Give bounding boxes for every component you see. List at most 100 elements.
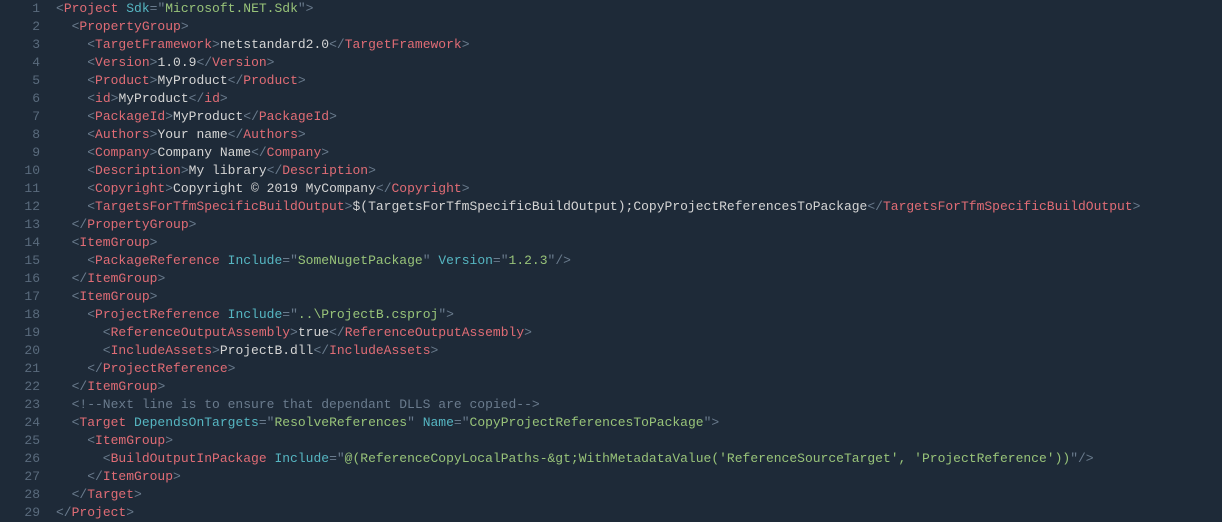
code-line[interactable]: <PackageId>MyProduct</PackageId> xyxy=(56,108,1140,126)
line-number: 29 xyxy=(0,504,40,522)
code-line[interactable]: </ItemGroup> xyxy=(56,468,1140,486)
token-cmt: <!--Next line is to ensure that dependan… xyxy=(56,397,540,412)
code-line[interactable]: <Product>MyProduct</Product> xyxy=(56,72,1140,90)
line-number: 15 xyxy=(0,252,40,270)
token-p: </ xyxy=(313,343,329,358)
token-p: < xyxy=(56,145,95,160)
code-line[interactable]: </Project> xyxy=(56,504,1140,522)
token-tag: Description xyxy=(282,163,368,178)
code-line[interactable]: <ItemGroup> xyxy=(56,432,1140,450)
code-line[interactable]: <PackageReference Include="SomeNugetPack… xyxy=(56,252,1140,270)
token-tag: PackageId xyxy=(259,109,329,124)
token-p: =" xyxy=(150,1,166,16)
token-str: 1.2.3 xyxy=(509,253,548,268)
token-p: < xyxy=(56,343,111,358)
code-line[interactable]: <PropertyGroup> xyxy=(56,18,1140,36)
code-line[interactable]: <id>MyProduct</id> xyxy=(56,90,1140,108)
code-line[interactable]: <ItemGroup> xyxy=(56,234,1140,252)
token-p: "> xyxy=(438,307,454,322)
line-number: 7 xyxy=(0,108,40,126)
token-p: > xyxy=(1133,199,1141,214)
token-p: </ xyxy=(251,145,267,160)
line-number: 23 xyxy=(0,396,40,414)
token-p xyxy=(220,307,228,322)
line-number: 13 xyxy=(0,216,40,234)
line-number: 16 xyxy=(0,270,40,288)
code-line[interactable]: <Version>1.0.9</Version> xyxy=(56,54,1140,72)
token-tag: Company xyxy=(95,145,150,160)
token-tag: ReferenceOutputAssembly xyxy=(345,325,524,340)
token-p: =" xyxy=(493,253,509,268)
line-number: 18 xyxy=(0,306,40,324)
token-p: < xyxy=(56,253,95,268)
code-line[interactable]: <Authors>Your name</Authors> xyxy=(56,126,1140,144)
code-editor[interactable]: 1234567891011121314151617181920212223242… xyxy=(0,0,1222,522)
code-line[interactable]: <Target DependsOnTargets="ResolveReferen… xyxy=(56,414,1140,432)
code-line[interactable]: <ItemGroup> xyxy=(56,288,1140,306)
token-p: </ xyxy=(56,487,87,502)
code-line[interactable]: </Target> xyxy=(56,486,1140,504)
code-line[interactable]: <Project Sdk="Microsoft.NET.Sdk"> xyxy=(56,0,1140,18)
token-p: < xyxy=(56,37,95,52)
line-number: 17 xyxy=(0,288,40,306)
token-p: " xyxy=(423,253,439,268)
token-tag: Copyright xyxy=(95,181,165,196)
line-number: 24 xyxy=(0,414,40,432)
token-tag: ItemGroup xyxy=(95,433,165,448)
token-tag: Description xyxy=(95,163,181,178)
token-p: > xyxy=(134,487,142,502)
token-p: > xyxy=(368,163,376,178)
code-line[interactable]: <TargetFramework>netstandard2.0</TargetF… xyxy=(56,36,1140,54)
code-line[interactable]: <BuildOutputInPackage Include="@(Referen… xyxy=(56,450,1140,468)
code-line[interactable]: <Company>Company Name</Company> xyxy=(56,144,1140,162)
code-line[interactable]: <Copyright>Copyright © 2019 MyCompany</C… xyxy=(56,180,1140,198)
token-p: "/> xyxy=(1070,451,1093,466)
line-number: 4 xyxy=(0,54,40,72)
code-line[interactable]: <IncludeAssets>ProjectB.dll</IncludeAsse… xyxy=(56,342,1140,360)
code-line[interactable]: </ProjectReference> xyxy=(56,360,1140,378)
code-line[interactable]: </ItemGroup> xyxy=(56,378,1140,396)
line-number: 6 xyxy=(0,90,40,108)
token-p: </ xyxy=(56,361,103,376)
token-tag: id xyxy=(204,91,220,106)
code-line[interactable]: </ItemGroup> xyxy=(56,270,1140,288)
token-p: </ xyxy=(267,163,283,178)
line-number: 25 xyxy=(0,432,40,450)
token-attr: Include xyxy=(228,253,283,268)
token-p xyxy=(220,253,228,268)
token-p: > xyxy=(165,181,173,196)
code-line[interactable]: <Description>My library</Description> xyxy=(56,162,1140,180)
token-p: > xyxy=(126,505,134,520)
code-line[interactable]: </PropertyGroup> xyxy=(56,216,1140,234)
token-p: </ xyxy=(329,325,345,340)
code-line[interactable]: <ProjectReference Include="..\ProjectB.c… xyxy=(56,306,1140,324)
token-txt: ProjectB.dll xyxy=(220,343,314,358)
token-p: </ xyxy=(196,55,212,70)
token-p: < xyxy=(56,1,64,16)
token-p: < xyxy=(56,73,95,88)
token-tag: TargetsForTfmSpecificBuildOutput xyxy=(883,199,1133,214)
token-tag: Version xyxy=(212,55,267,70)
token-txt: MyProduct xyxy=(173,109,243,124)
token-tag: Copyright xyxy=(392,181,462,196)
token-p: </ xyxy=(56,217,87,232)
token-p: > xyxy=(181,19,189,34)
token-attr: Include xyxy=(228,307,283,322)
token-tag: id xyxy=(95,91,111,106)
code-area[interactable]: <Project Sdk="Microsoft.NET.Sdk"> <Prope… xyxy=(50,0,1140,522)
code-line[interactable]: <TargetsForTfmSpecificBuildOutput>$(Targ… xyxy=(56,198,1140,216)
line-number: 20 xyxy=(0,342,40,360)
token-tag: IncludeAssets xyxy=(111,343,212,358)
line-number: 11 xyxy=(0,180,40,198)
token-p: </ xyxy=(228,73,244,88)
token-p: =" xyxy=(282,307,298,322)
token-p: =" xyxy=(454,415,470,430)
line-number: 3 xyxy=(0,36,40,54)
code-line[interactable]: <ReferenceOutputAssembly>true</Reference… xyxy=(56,324,1140,342)
code-line[interactable]: <!--Next line is to ensure that dependan… xyxy=(56,396,1140,414)
token-tag: ItemGroup xyxy=(79,289,149,304)
token-tag: Company xyxy=(267,145,322,160)
token-p: </ xyxy=(228,127,244,142)
token-p: </ xyxy=(243,109,259,124)
token-tag: PackageId xyxy=(95,109,165,124)
